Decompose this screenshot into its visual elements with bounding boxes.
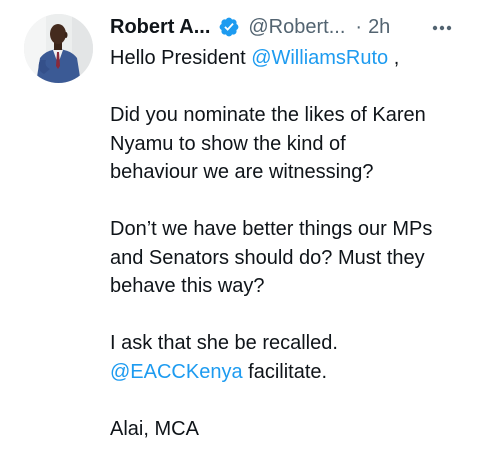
header-separator: · [355,15,363,38]
text-line: and Senators should do? Must they [110,246,425,269]
text-line: Did you nominate the likes of Karen [110,104,426,126]
avatar-photo [24,14,93,83]
text-line: behave this way? [110,275,265,297]
tweet-text: Hello President @WilliamsRuto , Did you … [110,44,460,443]
mention-williamsruto[interactable]: @WilliamsRuto [251,47,388,69]
author-name[interactable]: Robert A... [110,16,210,39]
tweet-header: Robert A... @Robert... · 2h [110,14,460,40]
verified-badge-icon [219,17,239,37]
text-line: @EACCKenya facilitate. [110,358,460,387]
tweet-card: Robert A... @Robert... · 2h Hello Presid… [0,0,480,452]
text-line: behaviour we are witnessing? [110,161,374,183]
text-line: Hello President @WilliamsRuto , [110,44,460,73]
text-line: Nyamu to show the kind of [110,132,346,155]
text-line: Don’t we have better things our MPs [110,218,433,240]
more-options-button[interactable] [430,14,454,40]
text-fragment: Hello President [110,47,252,69]
avatar[interactable] [24,14,93,83]
tweet-timestamp[interactable]: 2h [368,16,390,39]
text-line: I ask that she be recalled. [110,332,338,354]
author-handle[interactable]: @Robert... [248,16,345,39]
signature-line: Alai, MCA [110,417,199,440]
text-fragment: , [388,47,400,69]
more-horizontal-icon [432,25,452,31]
mention-eacckenya[interactable]: @EACCKenya [110,361,243,383]
text-fragment: facilitate. [242,360,328,383]
